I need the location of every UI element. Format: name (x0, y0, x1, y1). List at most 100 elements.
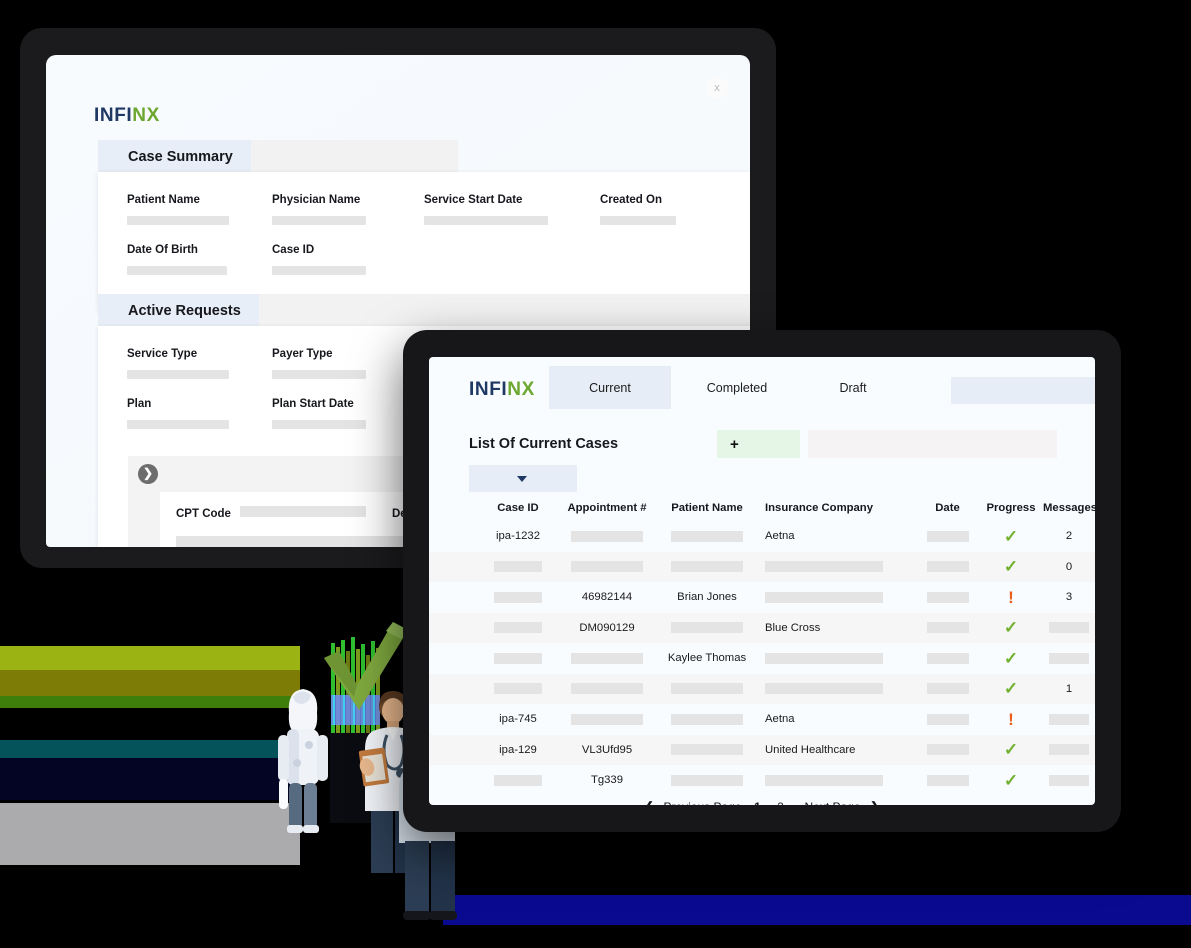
cell-date (916, 744, 979, 756)
placeholder-bar (494, 561, 542, 573)
next-page-button[interactable]: Next Page (805, 800, 861, 805)
decor-band-navy (0, 758, 300, 800)
field-label-created-on: Created On (600, 194, 662, 206)
placeholder-bar (671, 713, 743, 725)
previous-page-button[interactable]: Previous Page (663, 800, 741, 805)
table-row[interactable]: DM090129 Blue Cross ✓ (429, 612, 1095, 643)
field-value-patient-name (127, 216, 229, 225)
placeholder-bar (494, 774, 542, 786)
cell-case-id (477, 774, 559, 786)
placeholder-bar (571, 683, 643, 695)
cell-insurance-company: United Healthcare (765, 743, 856, 756)
chevron-right-icon[interactable]: ❯ (870, 799, 881, 805)
placeholder-bar (926, 591, 969, 603)
tab-draft[interactable]: Draft (811, 366, 895, 409)
placeholder-bar (671, 622, 743, 634)
case-summary-header: Case Summary (98, 140, 458, 174)
close-icon[interactable]: x (706, 77, 728, 99)
decor-band-teal (0, 740, 300, 758)
screenshot-canvas: INFINX x Case Summary Patient Name Physi… (0, 0, 1191, 948)
cell-case-id (477, 652, 559, 664)
table-row[interactable]: ✓ 1 (429, 673, 1095, 704)
placeholder-bar (671, 683, 743, 695)
page-number-2[interactable]: 2 (774, 800, 788, 805)
case-list-screen: INFINX Current Completed Draft List Of C… (429, 357, 1095, 805)
placeholder-bar (494, 591, 542, 603)
th-progress: Progress (986, 502, 1036, 514)
case-summary-header-filler (250, 140, 458, 174)
table-row[interactable]: ipa-745 Aetna! (429, 704, 1095, 735)
field-label-date-of-birth: Date Of Birth (127, 244, 198, 256)
decor-band-gray (0, 803, 300, 865)
page-number-1[interactable]: 1 (751, 800, 765, 805)
placeholder-bar (926, 652, 969, 664)
placeholder-bar (671, 774, 743, 786)
cell-appointment (559, 561, 655, 573)
field-label-patient-name: Patient Name (127, 194, 200, 206)
placeholder-bar (926, 561, 969, 573)
add-case-button[interactable]: + (717, 430, 800, 458)
field-label-cpt-code: CPT Code (176, 508, 231, 520)
cell-date (916, 622, 979, 634)
placeholder-bar (571, 561, 643, 573)
alert-icon: ! (1008, 587, 1014, 607)
placeholder-bar (1049, 744, 1089, 756)
chevron-left-icon[interactable]: ❮ (644, 799, 655, 805)
th-case-id: Case ID (497, 502, 539, 514)
table-row[interactable]: 46982144 Brian Jones! 3 (429, 582, 1095, 613)
check-icon: ✓ (1003, 618, 1019, 638)
cell-insurance-company: Aetna (765, 713, 795, 726)
logo-text-accent-front: NX (507, 379, 535, 400)
filter-dropdown[interactable] (469, 465, 577, 492)
chevron-right-icon[interactable]: ❯ (138, 464, 158, 484)
field-label-plan: Plan (127, 398, 152, 410)
cell-appointment: VL3Ufd95 (581, 743, 633, 756)
decor-band-green (0, 696, 300, 708)
cell-patient-name: Kaylee Thomas (667, 652, 747, 665)
placeholder-bar (765, 774, 883, 786)
tab-current[interactable]: Current (549, 366, 671, 409)
placeholder-bar (926, 683, 969, 695)
cell-insurance-company: Aetna (765, 530, 795, 543)
placeholder-bar (494, 652, 542, 664)
cell-date (916, 591, 979, 603)
field-value-service-type (127, 370, 229, 379)
placeholder-bar (926, 530, 969, 542)
status-dropdown[interactable] (951, 377, 1095, 404)
cell-patient-name: Brian Jones (677, 591, 737, 604)
cell-patient-name (655, 622, 759, 634)
cell-appointment (559, 652, 655, 664)
table-row[interactable]: Kaylee Thomas ✓ (429, 643, 1095, 674)
table-row[interactable]: ipa-129 VL3Ufd95 United Healthcare ✓ (429, 734, 1095, 765)
cell-case-id: ipa-745 (499, 713, 537, 726)
cell-messages: 3 (1065, 591, 1073, 604)
placeholder-bar (765, 683, 883, 695)
th-messages: Messages (1043, 502, 1095, 514)
table-row[interactable]: ✓ 0 (429, 551, 1095, 582)
search-input[interactable] (808, 430, 1057, 458)
cell-patient-name (655, 744, 759, 756)
cell-messages (1043, 774, 1095, 786)
field-value-cpt-code (240, 506, 366, 517)
placeholder-bar (926, 713, 969, 725)
cell-date (916, 652, 979, 664)
placeholder-bar (926, 774, 969, 786)
table-row[interactable]: Tg339 ✓ (429, 765, 1095, 796)
placeholder-bar (1049, 774, 1089, 786)
tab-completed[interactable]: Completed (681, 366, 793, 409)
cell-insurance-company (759, 774, 916, 786)
field-label-plan-start-date: Plan Start Date (272, 398, 354, 410)
infinx-logo-front: INFINX (469, 379, 535, 401)
placeholder-bar (671, 744, 743, 756)
cell-messages (1043, 744, 1095, 756)
cell-patient-name (655, 530, 759, 542)
case-list-window: INFINX Current Completed Draft List Of C… (403, 330, 1121, 832)
cell-messages: 1 (1065, 682, 1073, 695)
table-row[interactable]: ipa-1232 Aetna ✓ 2 (429, 521, 1095, 552)
check-icon: ✓ (1003, 557, 1019, 577)
cell-case-id (477, 622, 559, 634)
th-patient-name: Patient Name (671, 502, 743, 514)
placeholder-bar (765, 652, 883, 664)
active-requests-header: Active Requests (98, 294, 750, 328)
field-value-created-on (600, 216, 676, 225)
